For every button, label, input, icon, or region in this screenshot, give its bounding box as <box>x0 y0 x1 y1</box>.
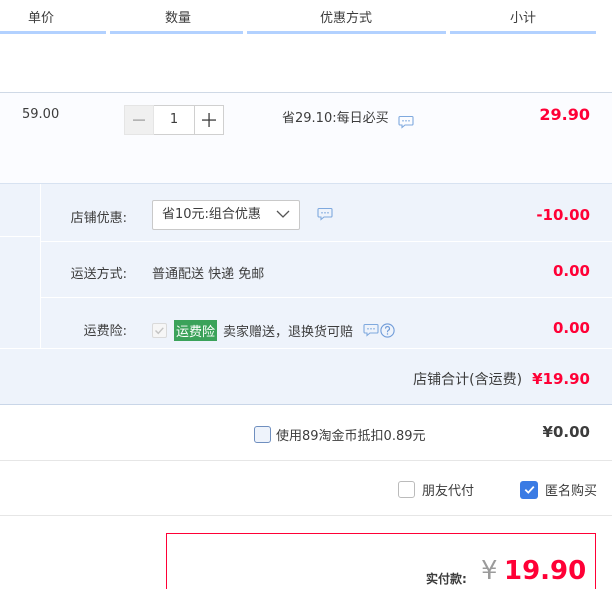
help-icon[interactable] <box>380 322 395 338</box>
payment-amount: 19.90 <box>504 556 587 586</box>
chat-bubble-icon[interactable] <box>398 115 414 129</box>
coin-deduction-option[interactable]: 使用89淘金币抵扣0.89元 <box>254 425 426 444</box>
quantity-stepper: 1 <box>124 105 224 135</box>
insurance-value: 0.00 <box>552 319 590 337</box>
shop-discount-value: -10.00 <box>536 206 590 224</box>
header-underline <box>247 31 446 34</box>
anonymous-checkbox[interactable] <box>520 480 538 499</box>
shop-total-value: ¥19.90 <box>532 370 590 388</box>
payment-currency: ¥ <box>481 556 498 586</box>
item-subtotal: 29.90 <box>539 105 590 124</box>
payment-summary: 实付款: ¥ 19.90 <box>166 533 596 589</box>
divider <box>40 241 612 242</box>
header-underline <box>450 31 596 34</box>
decrease-quantity-button[interactable] <box>124 105 154 135</box>
anonymous-option[interactable]: 匿名购买 <box>520 480 597 499</box>
header-price: 单价 <box>28 11 55 26</box>
header-promo: 优惠方式 <box>320 11 373 26</box>
check-icon <box>155 326 164 334</box>
divider <box>0 236 40 237</box>
friend-pay-checkbox[interactable] <box>398 481 415 498</box>
friend-pay-label: 朋友代付 <box>422 484 475 499</box>
shop-total-label: 店铺合计(含运费) <box>413 372 523 388</box>
minus-icon <box>133 119 145 121</box>
payment-label: 实付款: <box>426 572 467 586</box>
shipping-label: 运送方式: <box>70 267 127 282</box>
insurance-text: 卖家赠送，退换货可赔 <box>223 324 354 340</box>
header-quantity: 数量 <box>165 11 192 26</box>
friend-pay-option[interactable]: 朋友代付 <box>398 480 474 499</box>
header-underline <box>110 31 243 34</box>
item-promo: 省29.10:每日必买 <box>282 107 414 129</box>
insurance-option: 运费险 卖家赠送，退换货可赔 <box>152 319 395 341</box>
coin-deduction-label: 使用89淘金币抵扣0.89元 <box>276 429 426 444</box>
quantity-input[interactable]: 1 <box>154 105 194 135</box>
payment-options-row: 朋友代付 匿名购买 <box>0 461 612 516</box>
insurance-label: 运费险: <box>83 324 127 339</box>
shipping-value: 0.00 <box>552 262 590 280</box>
shop-discount-selected: 省10元:组合优惠 <box>162 207 261 222</box>
chat-bubble-icon[interactable] <box>363 323 379 337</box>
plus-icon <box>202 113 216 127</box>
divider <box>40 184 41 348</box>
insurance-checkbox[interactable] <box>152 322 167 338</box>
shop-discount-select[interactable]: 省10元:组合优惠 <box>152 200 300 230</box>
coin-deduction-value: ¥0.00 <box>542 423 590 441</box>
anonymous-label: 匿名购买 <box>545 484 598 499</box>
insurance-tag: 运费险 <box>174 319 218 341</box>
table-header: 单价 数量 优惠方式 小计 <box>0 0 612 34</box>
item-promo-text: 省29.10:每日必买 <box>282 111 389 126</box>
item-unit-price: 59.00 <box>22 107 60 122</box>
increase-quantity-button[interactable] <box>194 105 224 135</box>
shop-summary: 店铺优惠: 省10元:组合优惠 -10.00 运送方式: 普通配送 快递 免邮 … <box>0 183 612 405</box>
coin-deduction-row: 使用89淘金币抵扣0.89元 ¥0.00 <box>0 405 612 461</box>
chevron-down-icon <box>276 210 290 218</box>
shop-discount-label: 店铺优惠: <box>70 211 127 226</box>
shop-total: 店铺合计(含运费) ¥19.90 <box>413 369 590 389</box>
header-subtotal: 小计 <box>510 11 537 26</box>
header-underline <box>0 31 106 34</box>
chat-bubble-icon[interactable] <box>317 207 333 221</box>
item-row: 59.00 1 省29.10:每日必买 29.90 <box>0 92 612 183</box>
divider <box>0 348 612 349</box>
check-icon <box>524 485 534 494</box>
shipping-method: 普通配送 快递 免邮 <box>152 267 265 282</box>
divider <box>40 297 612 298</box>
coin-deduction-checkbox[interactable] <box>254 426 271 443</box>
